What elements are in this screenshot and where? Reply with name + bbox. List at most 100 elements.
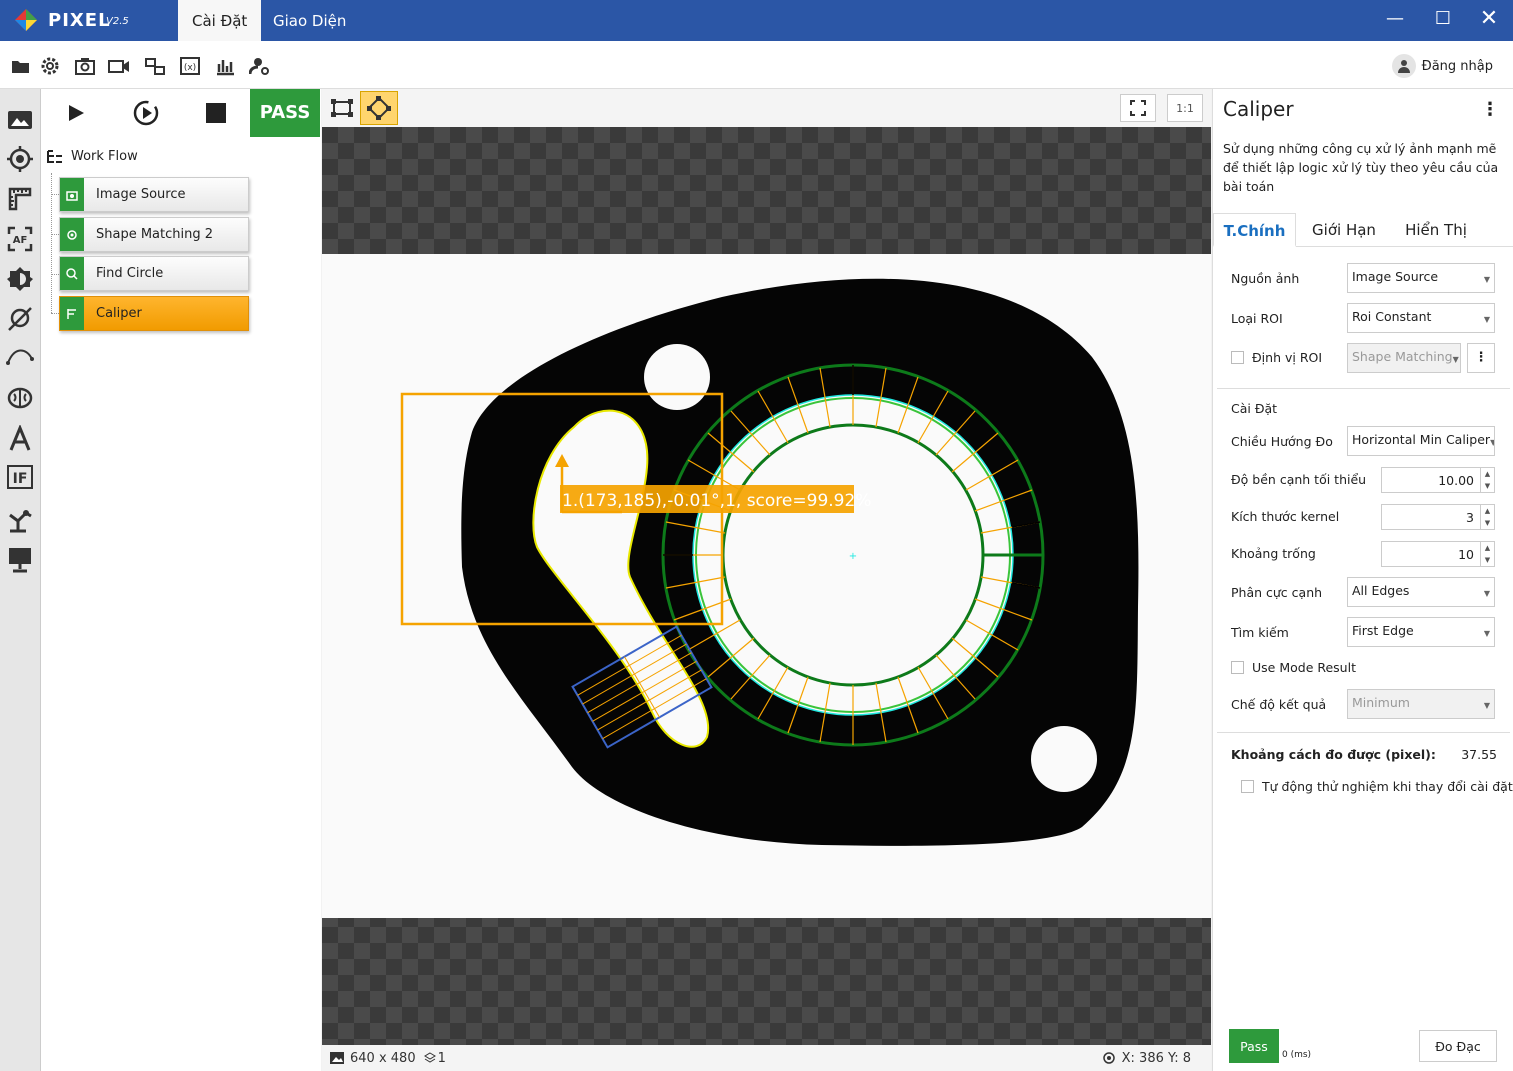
chevron-down-icon: ▼ [1483,275,1490,284]
search-select[interactable]: First Edge ▼ [1347,617,1495,647]
workflow-title-label: Work Flow [71,149,138,164]
more-options-icon[interactable]: ⋮ [1481,99,1499,120]
ruler-icon[interactable] [6,185,34,213]
stop-button[interactable] [181,89,251,137]
brightness-icon[interactable] [6,265,34,293]
brain-icon[interactable] [6,385,34,413]
camera-icon[interactable] [74,55,96,77]
mode-result-row: Use Mode Result [1231,660,1356,675]
chevron-down-icon: ▼ [1483,315,1490,324]
rotate-roi-button[interactable] [360,91,398,125]
roi-locate-checkbox[interactable] [1231,351,1244,364]
panel-title: Caliper [1223,97,1294,121]
tab-settings[interactable]: Cài Đặt [178,0,262,41]
app-name: PIXEL [48,10,111,31]
if-icon[interactable]: IF [6,463,34,491]
fullscreen-button[interactable] [1120,94,1156,122]
result-mode-select: Minimum ▼ [1347,689,1495,719]
minimize-icon[interactable]: — [1380,4,1410,34]
image-canvas[interactable]: + 1.(173,185),-0.01°,1, score=99.92% [322,127,1211,1045]
inspection-image[interactable]: + 1.(173,185),-0.01°,1, score=99.92% [322,127,1211,1045]
arrow-down-icon[interactable]: ▼ [1485,482,1490,490]
main-toolbar: (x) Đăng nhập [0,41,1513,89]
video-icon[interactable] [108,55,130,77]
io-icon[interactable] [144,55,166,77]
fit-roi-button[interactable] [323,91,361,125]
svg-text:+: + [849,551,857,562]
login-button[interactable]: Đăng nhập [1391,53,1493,79]
kernel-input[interactable]: 3 [1381,504,1481,530]
arrow-up-icon[interactable]: ▲ [1485,470,1490,478]
chevron-down-icon: ▼ [1483,589,1490,598]
arrow-up-icon[interactable]: ▲ [1485,507,1490,515]
settings-icon[interactable] [39,55,61,77]
actual-size-button[interactable]: 1:1 [1167,94,1203,122]
maximize-icon[interactable]: ☐ [1428,4,1458,34]
node-label: Image Source [96,187,186,202]
arrow-down-icon[interactable]: ▼ [1485,519,1490,527]
source-select[interactable]: Image Source ▼ [1347,263,1495,293]
robot-icon[interactable] [6,505,34,533]
gap-spinner[interactable]: ▲ ▼ [1481,541,1495,567]
panel-description: Sử dụng những công cụ xử lý ảnh mạnh mẽ … [1223,141,1499,194]
kernel-spinner[interactable]: ▲ ▼ [1481,504,1495,530]
close-icon[interactable]: ✕ [1474,4,1504,34]
tab-display[interactable]: Hiển Thị [1391,213,1481,247]
polarity-value: All Edges [1352,583,1410,598]
execution-time: 0 (ms) [1282,1050,1312,1060]
tool-properties-panel: Caliper ⋮ Sử dụng những công cụ xử lý ản… [1212,89,1513,1071]
run-button[interactable] [41,89,111,137]
mode-result-label: Use Mode Result [1252,660,1356,675]
section-divider [1217,732,1510,733]
svg-text:IF: IF [13,471,28,487]
avatar [1391,54,1416,78]
display-icon[interactable] [6,545,34,573]
autofocus-icon[interactable]: AF [6,225,34,253]
chart-icon[interactable] [214,55,236,77]
arrow-down-icon[interactable]: ▼ [1485,556,1490,564]
workflow-node-find-circle[interactable]: Find Circle [59,256,249,291]
direction-select[interactable]: Horizontal Min Caliper▼ [1347,426,1495,456]
image-icon[interactable] [6,105,34,133]
curve-icon[interactable] [6,343,34,371]
arrow-up-icon[interactable]: ▲ [1485,544,1490,552]
source-label: Nguồn ảnh [1231,271,1300,286]
tab-interface[interactable]: Giao Diện [259,0,360,41]
svg-text:AF: AF [13,235,28,246]
run-continuous-button[interactable] [111,89,181,137]
min-edge-input[interactable]: 10.00 [1381,467,1481,493]
measure-button[interactable]: Đo Đạc [1419,1030,1497,1062]
gap-input[interactable]: 10 [1381,541,1481,567]
app-version: V2.5 [106,16,129,27]
measure-icon[interactable] [6,305,34,333]
find-circle-icon [60,257,84,290]
variable-icon[interactable]: (x) [179,55,201,77]
workflow-node-shape-matching[interactable]: Shape Matching 2 [59,217,249,252]
tree-icon [47,149,62,163]
workflow-node-caliper[interactable]: Caliper [59,296,249,331]
mode-result-checkbox[interactable] [1231,661,1244,674]
text-icon[interactable] [6,425,34,453]
roi-type-label: Loại ROI [1231,311,1283,326]
user-settings-icon[interactable] [249,55,271,77]
chevron-down-icon: ▼ [1452,355,1459,364]
roi-locate-more-icon[interactable]: ⋮ [1467,343,1495,373]
tab-main[interactable]: T.Chính [1213,213,1296,247]
direction-value: Horizontal Min Caliper [1352,432,1491,447]
source-value: Image Source [1352,269,1439,284]
settings-header: Cài Đặt [1231,401,1278,416]
roi-type-select[interactable]: Roi Constant ▼ [1347,303,1495,333]
auto-test-checkbox[interactable] [1241,780,1254,793]
target-icon[interactable] [6,145,34,173]
tool-sidebar: AF IF [0,89,41,1071]
image-size: 640 x 480 [350,1050,416,1066]
polarity-select[interactable]: All Edges ▼ [1347,577,1495,607]
tab-limits[interactable]: Giới Hạn [1299,213,1389,247]
auto-test-label: Tự động thử nghiệm khi thay đổi cài đặt [1262,779,1513,794]
play-loop-icon [133,100,159,126]
folder-icon[interactable] [10,55,32,77]
node-label: Shape Matching 2 [96,227,214,242]
min-edge-spinner[interactable]: ▲ ▼ [1481,467,1495,493]
image-icon [330,1052,344,1064]
workflow-node-image-source[interactable]: Image Source [59,177,249,212]
